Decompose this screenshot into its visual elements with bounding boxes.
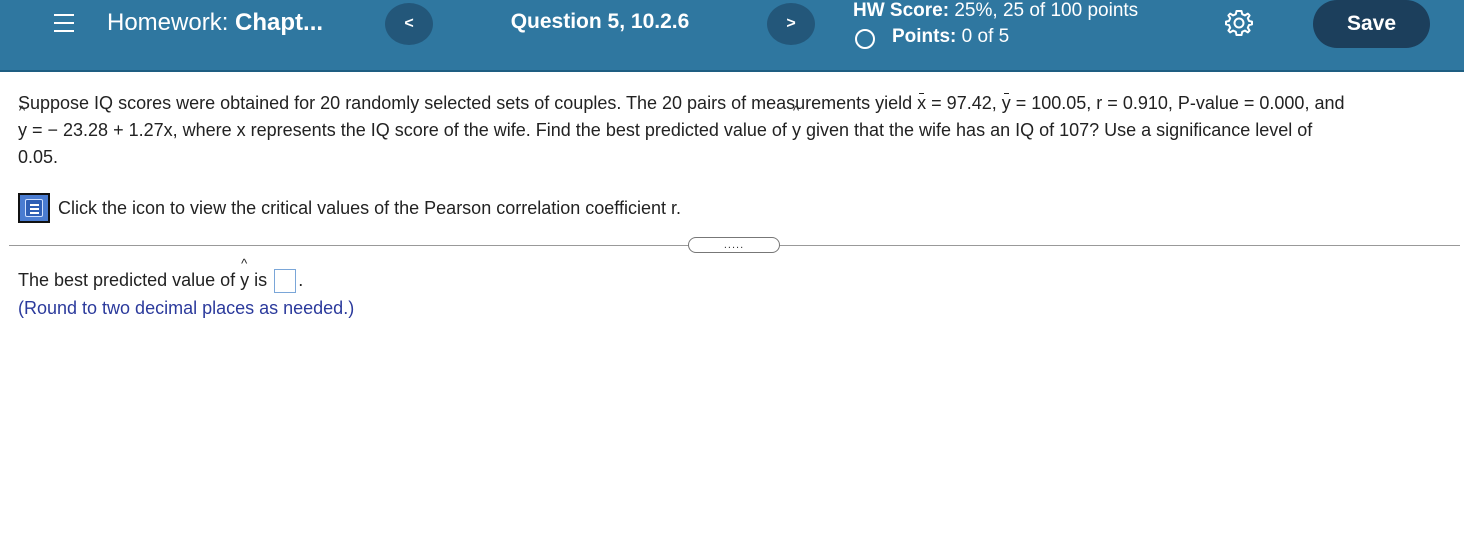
answer-period: . [298, 269, 304, 290]
hw-score: HW Score: 25%, 25 of 100 points [853, 0, 1138, 22]
answer-input[interactable] [274, 269, 297, 293]
x-bar-value: = 97.42, [926, 93, 1002, 113]
significance-level: 0.05. [18, 147, 59, 167]
x-bar-symbol: x [917, 90, 926, 117]
top-bar: Homework: Chapt... < Question 5, 10.2.6 … [0, 0, 1464, 72]
critical-values-link[interactable]: Click the icon to view the critical valu… [18, 193, 681, 223]
rounding-instruction: (Round to two decimal places as needed.) [18, 298, 355, 318]
homework-prefix: Homework: [107, 9, 229, 36]
problem-text-1: Suppose IQ scores were obtained for 20 r… [18, 93, 913, 113]
problem-text-2: given that the wife has an IQ of 107? Us… [800, 120, 1313, 140]
answer-prefix: The best predicted value of [18, 269, 236, 290]
problem-statement: Suppose IQ scores were obtained for 20 r… [18, 90, 1448, 171]
points-label: Points: [892, 26, 957, 47]
y-bar-symbol: y [1002, 90, 1011, 117]
points: Points: 0 of 5 [892, 26, 1009, 48]
answer-prompt: The best predicted value of y is . [18, 257, 304, 293]
expand-button[interactable]: ..... [688, 237, 780, 253]
hw-score-value: 25%, 25 of 100 points [954, 0, 1139, 21]
menu-icon[interactable] [54, 14, 74, 32]
critical-values-link-text[interactable]: Click the icon to view the critical valu… [58, 198, 681, 219]
chevron-right-icon: > [786, 15, 796, 32]
points-status-icon [855, 29, 875, 49]
next-question-button[interactable]: > [767, 3, 815, 45]
previous-question-button[interactable]: < [385, 3, 433, 45]
regression-equation: = − 23.28 + 1.27x, where x represents th… [27, 120, 787, 140]
hw-score-label: HW Score: [853, 0, 950, 21]
points-value: 0 of 5 [961, 26, 1010, 47]
y-hat-symbol: y [18, 104, 27, 144]
book-icon[interactable] [18, 193, 50, 223]
answer-y-hat-symbol: y [240, 257, 249, 291]
answer-is: is [254, 269, 268, 290]
y-bar-value: = 100.05, r = 0.910, P-value = 0.000, an… [1010, 93, 1345, 113]
homework-chapter: Chapt... [235, 9, 324, 36]
y-hat-symbol-2: y [792, 104, 801, 144]
homework-title: Homework: Chapt... [107, 9, 323, 37]
question-label: Question 5, 10.2.6 [510, 10, 690, 33]
chevron-left-icon: < [404, 15, 414, 32]
save-button[interactable]: Save [1313, 0, 1430, 48]
settings-gear-icon[interactable] [1224, 8, 1254, 38]
